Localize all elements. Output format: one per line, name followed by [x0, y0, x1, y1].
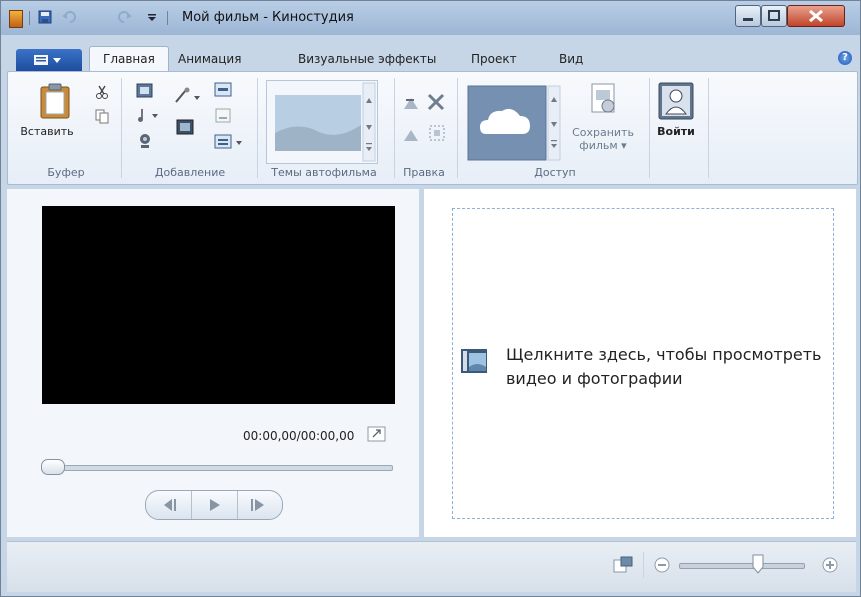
save-movie-button[interactable]: Сохранить фильм ▾ [564, 126, 642, 152]
status-bar [7, 541, 856, 592]
copy-icon[interactable] [94, 108, 110, 124]
application-menu-button[interactable] [16, 49, 82, 71]
save-movie-icon[interactable] [586, 82, 620, 116]
title-icon[interactable] [214, 82, 232, 98]
window-title: Мой фильм - Киностудия [182, 10, 354, 25]
group-add-label: Добавление [154, 166, 226, 179]
group-separator [121, 78, 122, 178]
sign-in-button[interactable]: Войти [650, 125, 702, 138]
tab-project[interactable]: Проект [471, 52, 517, 66]
record-narration-icon[interactable] [174, 86, 210, 104]
title-separator [167, 11, 168, 25]
group-separator [457, 78, 458, 178]
group-separator [394, 78, 395, 178]
next-frame-button[interactable] [237, 491, 282, 519]
paste-button[interactable]: Вставить [4, 125, 90, 138]
maximize-button[interactable] [761, 5, 787, 27]
video-preview-monitor[interactable] [42, 206, 395, 404]
cut-icon[interactable] [94, 84, 110, 100]
credits-icon[interactable] [214, 134, 248, 150]
undo-icon[interactable] [61, 9, 77, 25]
webcam-video-icon[interactable] [136, 132, 154, 150]
redo-icon[interactable] [117, 9, 133, 25]
timecode-display: 00:00,00/00:00,00 [243, 429, 355, 443]
title-bar: Мой фильм - Киностудия [1, 1, 860, 35]
seek-slider[interactable] [41, 465, 393, 471]
close-button[interactable] [787, 5, 845, 27]
zoom-out-icon[interactable] [653, 556, 671, 574]
fullscreen-icon[interactable] [367, 425, 387, 443]
group-separator [708, 78, 709, 178]
zoom-slider[interactable] [679, 563, 805, 569]
app-window: Мой фильм - Киностудия Главная Анимация … [0, 0, 861, 597]
automovie-themes-gallery[interactable] [266, 80, 378, 164]
rotate-left-icon[interactable] [402, 94, 422, 112]
app-icon[interactable] [9, 10, 23, 28]
remove-icon[interactable] [426, 92, 446, 112]
select-all-icon[interactable] [428, 124, 446, 142]
save-icon[interactable] [37, 9, 53, 25]
group-separator [257, 78, 258, 178]
paste-icon[interactable] [38, 82, 72, 120]
zoom-in-icon[interactable] [821, 556, 839, 574]
customize-quick-access-icon[interactable] [144, 9, 160, 25]
tab-animation[interactable]: Анимация [178, 52, 241, 66]
snapshot-icon[interactable] [176, 118, 194, 136]
title-separator [29, 11, 30, 25]
play-button[interactable] [191, 491, 238, 519]
playback-controls [145, 490, 283, 520]
thumbnail-size-icon[interactable] [613, 556, 633, 574]
add-media-icon [459, 345, 491, 377]
tab-visual-effects[interactable]: Визуальные эффекты [298, 52, 436, 66]
save-movie-label-1: Сохранить [572, 126, 634, 139]
seek-slider-thumb[interactable] [41, 459, 65, 475]
previous-frame-button[interactable] [146, 491, 191, 519]
group-autothemes-label: Темы автофильма [271, 166, 377, 179]
group-edit-label: Правка [403, 166, 445, 179]
add-music-icon[interactable] [136, 106, 158, 124]
tab-home[interactable]: Главная [89, 46, 169, 72]
group-share-label: Доступ [534, 166, 576, 179]
ribbon-panel: Вставить Буфер Добавление Темы автофильм… [7, 71, 858, 185]
rotate-right-icon[interactable] [402, 126, 422, 144]
group-clipboard-label: Буфер [47, 166, 85, 179]
add-media-hint[interactable]: Щелкните здесь, чтобы просмотреть видео … [506, 343, 821, 391]
help-icon[interactable]: ? [838, 51, 852, 65]
tab-view[interactable]: Вид [559, 52, 583, 66]
status-separator [643, 552, 644, 578]
sign-in-icon[interactable] [658, 82, 694, 120]
add-videos-photos-icon[interactable] [136, 82, 154, 100]
zoom-slider-thumb[interactable] [752, 554, 764, 574]
minimize-button[interactable] [735, 5, 761, 27]
share-gallery[interactable] [464, 80, 564, 162]
caption-icon[interactable] [214, 108, 232, 124]
hint-line-1: Щелкните здесь, чтобы просмотреть [506, 345, 822, 364]
save-movie-label-2: фильм ▾ [579, 139, 627, 152]
hint-line-2: видео и фотографии [506, 369, 683, 388]
ribbon-tabs: Главная Анимация Визуальные эффекты Прое… [1, 46, 860, 72]
